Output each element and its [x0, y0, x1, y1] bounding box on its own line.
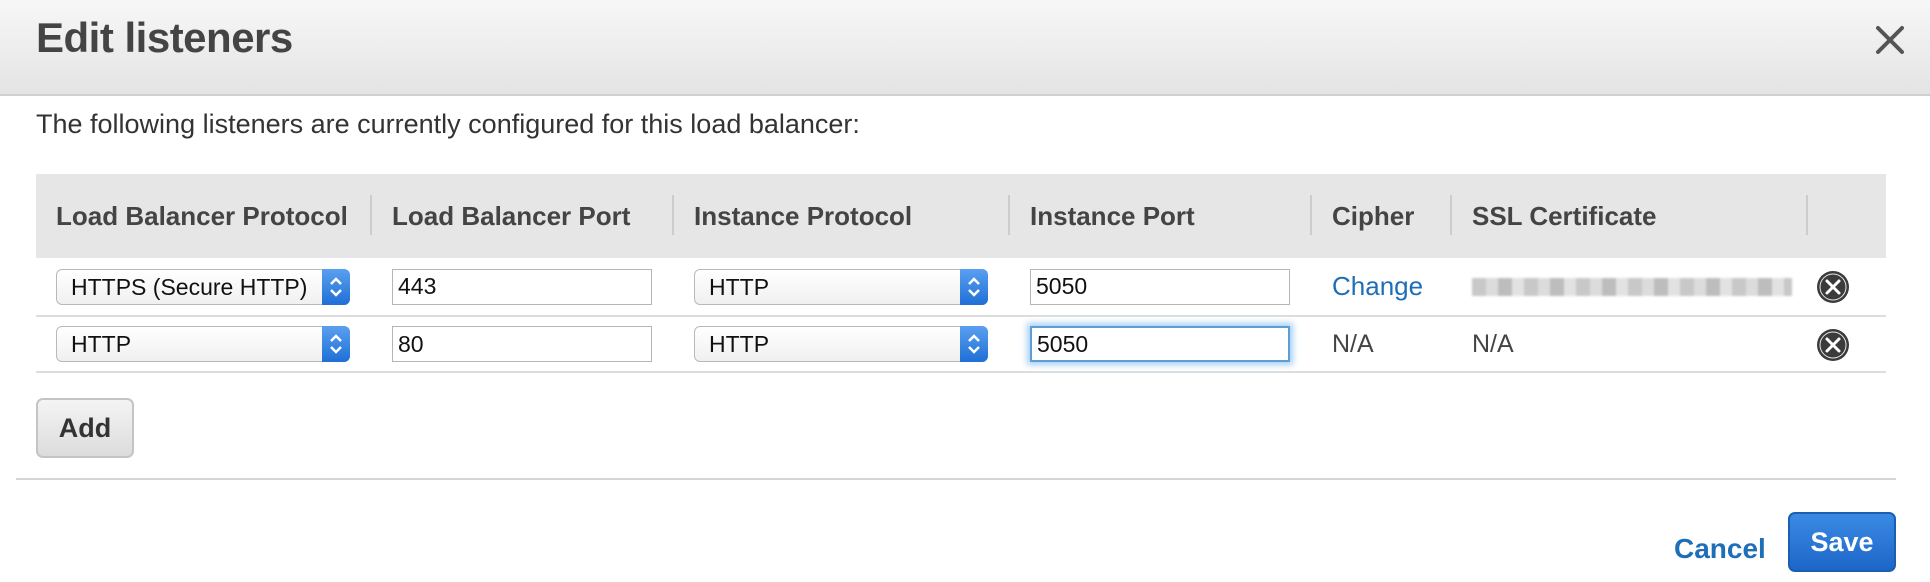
- add-listener-button[interactable]: Add: [36, 398, 134, 458]
- header-cipher: Cipher: [1312, 174, 1452, 258]
- cell-lb-protocol: HTTPS (Secure HTTP): [36, 258, 372, 317]
- header-lb-protocol: Load Balancer Protocol: [36, 174, 372, 258]
- instance-port-input[interactable]: [1030, 326, 1290, 362]
- lb-port-input[interactable]: [392, 326, 652, 362]
- edit-listeners-dialog: Edit listeners The following listeners a…: [0, 0, 1930, 582]
- footer-divider: [16, 478, 1896, 480]
- cell-remove: [1808, 316, 1886, 373]
- cell-lb-port: [372, 258, 674, 317]
- lb-protocol-value: HTTP: [71, 331, 132, 357]
- cancel-button[interactable]: Cancel: [1674, 533, 1766, 565]
- cell-instance-protocol: HTTP: [674, 316, 1010, 373]
- cell-lb-protocol: HTTP: [36, 316, 372, 373]
- remove-row-icon[interactable]: [1816, 328, 1850, 362]
- close-icon[interactable]: [1868, 18, 1912, 62]
- instance-protocol-value: HTTP: [709, 273, 770, 300]
- listeners-table: Load Balancer Protocol Load Balancer Por…: [36, 174, 1886, 373]
- intro-text: The following listeners are currently co…: [36, 109, 860, 139]
- lb-protocol-value: HTTPS (Secure HTTP): [71, 273, 308, 300]
- cipher-change-link[interactable]: Change: [1332, 271, 1423, 301]
- select-arrows-icon: [322, 268, 350, 305]
- instance-protocol-select[interactable]: HTTP: [694, 268, 988, 305]
- ssl-certificate-value: N/A: [1472, 329, 1514, 358]
- header-instance-port: Instance Port: [1010, 174, 1312, 258]
- cell-ssl-certificate: [1452, 258, 1808, 317]
- cell-instance-port: [1010, 316, 1312, 373]
- cell-lb-port: [372, 316, 674, 373]
- dialog-header: Edit listeners: [0, 0, 1930, 96]
- select-arrows-icon: [960, 326, 988, 362]
- header-lb-port: Load Balancer Port: [372, 174, 674, 258]
- dialog-title: Edit listeners: [36, 14, 293, 61]
- select-arrows-icon: [960, 268, 988, 305]
- cell-remove: [1808, 258, 1886, 317]
- cipher-value: N/A: [1332, 329, 1374, 358]
- save-button[interactable]: Save: [1788, 512, 1896, 572]
- lb-protocol-select[interactable]: HTTPS (Secure HTTP): [56, 268, 350, 305]
- lb-protocol-select[interactable]: HTTP: [56, 326, 350, 362]
- table-row: HTTPS (Secure HTTP) HTTP: [36, 258, 1886, 317]
- remove-row-icon[interactable]: [1816, 270, 1850, 304]
- select-arrows-icon: [322, 326, 350, 362]
- lb-port-input[interactable]: [392, 268, 652, 305]
- table-header-row: Load Balancer Protocol Load Balancer Por…: [36, 174, 1886, 258]
- header-instance-protocol: Instance Protocol: [674, 174, 1010, 258]
- ssl-certificate-redacted[interactable]: [1472, 278, 1792, 297]
- cell-cipher: N/A: [1312, 316, 1452, 373]
- instance-port-input[interactable]: [1030, 268, 1290, 305]
- cell-ssl-certificate: N/A: [1452, 316, 1808, 373]
- cell-cipher: Change: [1312, 258, 1452, 317]
- cell-instance-protocol: HTTP: [674, 258, 1010, 317]
- header-remove: [1808, 174, 1886, 258]
- cell-instance-port: [1010, 258, 1312, 317]
- header-ssl-certificate: SSL Certificate: [1452, 174, 1808, 258]
- instance-protocol-value: HTTP: [709, 331, 770, 357]
- instance-protocol-select[interactable]: HTTP: [694, 326, 988, 362]
- table-row: HTTP HTTP: [36, 316, 1886, 373]
